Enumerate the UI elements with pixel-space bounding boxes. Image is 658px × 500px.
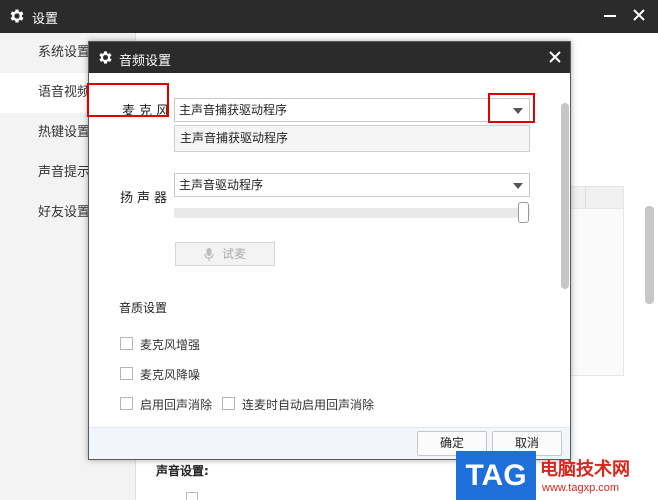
- sidebar-item-label: 热键设置: [38, 125, 91, 140]
- dialog-scrollbar[interactable]: [561, 103, 569, 289]
- scrollbar[interactable]: [645, 206, 654, 304]
- audio-settings-dialog: 音频设置 麦克风 主声音捕获驱动程序 主声音捕获驱动程序 扬声器 主声音驱动程序: [87, 41, 571, 460]
- speaker-selected-value: 主声音驱动程序: [179, 178, 264, 192]
- speaker-select[interactable]: 主声音驱动程序: [174, 173, 530, 197]
- dialog-titlebar: 音频设置: [89, 42, 570, 73]
- slider-handle[interactable]: [518, 202, 529, 223]
- watermark-site-name: 电脑技术网: [540, 459, 630, 480]
- sidebar-item-label: 好友设置: [38, 205, 91, 220]
- test-button-label: 试麦: [222, 247, 247, 261]
- list-item[interactable]: 主声音捕获驱动程序: [180, 131, 288, 145]
- mic-noise-reduction-label: 麦克风降噪: [140, 368, 201, 382]
- gear-icon: [99, 51, 112, 64]
- dialog-body: 麦克风 主声音捕获驱动程序 主声音捕获驱动程序 扬声器 主声音驱动程序 试麦 音…: [87, 73, 570, 427]
- watermark-logo: TAG 电脑技术网 www.tagxp.com: [456, 451, 658, 500]
- settings-window: 设置 系统设置 语音视频 热键设置 声音提示 好友设置 声音设置: 音频设置 麦…: [0, 0, 658, 500]
- gear-icon: [10, 9, 24, 23]
- checkbox[interactable]: [186, 492, 198, 500]
- sidebar-item-label: 系统设置: [38, 45, 91, 60]
- watermark-url: www.tagxp.com: [542, 482, 620, 494]
- table-header: [571, 187, 623, 209]
- mic-enhance-checkbox[interactable]: [120, 337, 133, 350]
- test-microphone-button[interactable]: 试麦: [175, 242, 275, 266]
- background-table: [570, 186, 624, 376]
- window-title: 设置: [32, 12, 59, 27]
- sidebar-item-label: 声音提示: [38, 165, 91, 180]
- microphone-dropdown-list[interactable]: 主声音捕获驱动程序: [174, 125, 530, 152]
- mic-noise-reduction-checkbox[interactable]: [120, 367, 133, 380]
- quality-section-title: 音质设置: [119, 301, 168, 315]
- dialog-title: 音频设置: [119, 54, 172, 69]
- echo-cancel-checkbox[interactable]: [120, 397, 133, 410]
- speaker-label: 扬声器: [120, 191, 172, 206]
- microphone-icon: [204, 248, 214, 261]
- minimize-icon[interactable]: [604, 15, 616, 17]
- highlight-box: [87, 83, 169, 117]
- echo-cancel-label: 启用回声消除: [140, 398, 213, 412]
- mic-enhance-label: 麦克风增强: [140, 338, 201, 352]
- sidebar-item-label: 语音视频: [38, 85, 91, 100]
- window-titlebar: 设置: [0, 0, 658, 33]
- sound-settings-label: 声音设置:: [156, 464, 209, 478]
- microphone-select[interactable]: 主声音捕获驱动程序: [174, 98, 530, 122]
- close-icon[interactable]: [631, 7, 647, 23]
- highlight-box: [488, 93, 535, 123]
- chevron-down-icon[interactable]: [513, 183, 523, 189]
- auto-echo-cancel-label: 连麦时自动启用回声消除: [242, 398, 375, 412]
- divider: [585, 187, 586, 209]
- speaker-volume-slider[interactable]: [174, 208, 530, 218]
- watermark-tag: TAG: [456, 451, 536, 500]
- auto-echo-cancel-checkbox[interactable]: [222, 397, 235, 410]
- microphone-selected-value: 主声音捕获驱动程序: [179, 103, 288, 117]
- close-icon[interactable]: [548, 50, 562, 64]
